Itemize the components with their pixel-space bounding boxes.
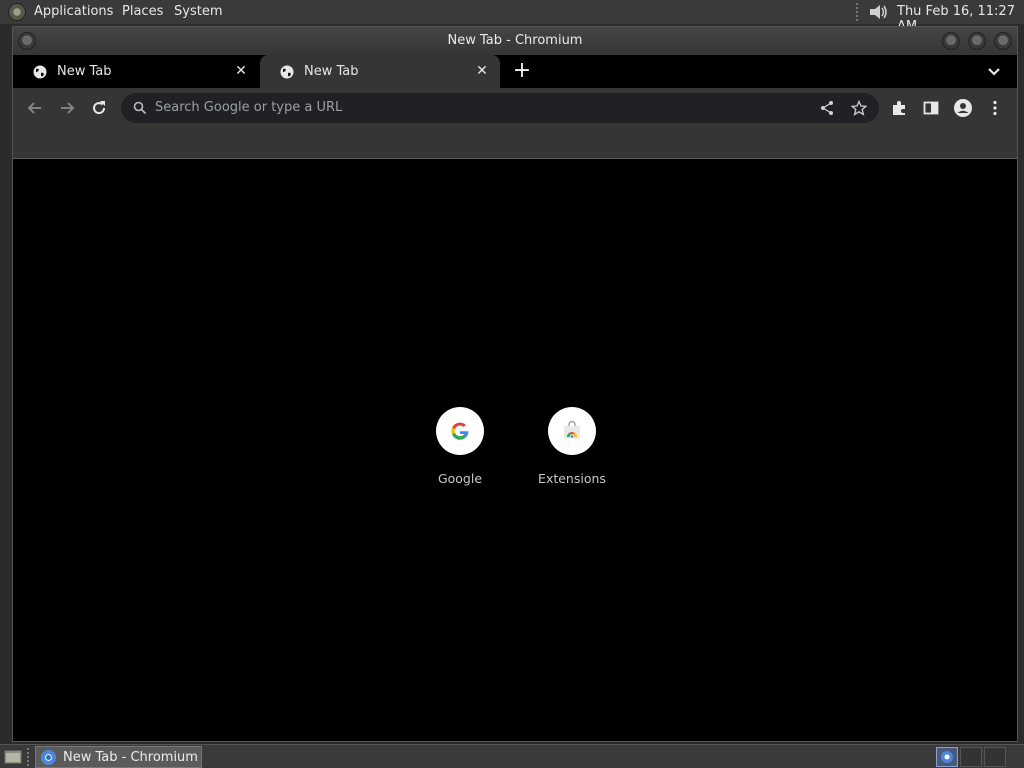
side-panel-icon[interactable] [921, 98, 941, 118]
window-titlebar[interactable]: New Tab - Chromium [13, 27, 1017, 55]
tab-title: New Tab [57, 64, 112, 79]
close-window-button[interactable] [994, 32, 1012, 50]
places-menu[interactable]: Places [122, 4, 163, 19]
tab-search-chevron-icon[interactable] [985, 63, 1003, 81]
bookmark-star-icon[interactable] [851, 100, 867, 116]
panel-separator [856, 3, 860, 21]
globe-icon [280, 65, 294, 79]
profile-avatar-icon[interactable] [953, 98, 973, 118]
chromium-icon [941, 751, 953, 763]
chromium-icon [40, 749, 57, 766]
reload-icon[interactable] [89, 98, 109, 118]
system-menu[interactable]: System [174, 4, 222, 19]
shortcut-extensions[interactable]: Extensions [516, 407, 628, 497]
shortcut-icon-circle [436, 407, 484, 455]
new-tab-page: Google Extensions [13, 159, 1017, 741]
google-icon [451, 422, 469, 440]
browser-window: New Tab - Chromium New Tab ✕ New Tab ✕ + [12, 26, 1018, 742]
chrome-web-store-icon [564, 421, 580, 439]
bookmarks-bar [13, 128, 1017, 159]
share-icon[interactable] [819, 100, 835, 116]
toolbar: Search Google or type a URL [13, 88, 1017, 128]
shortcut-label: Extensions [538, 471, 606, 486]
extensions-puzzle-icon[interactable] [889, 98, 909, 118]
bottom-taskbar: New Tab - Chromium [0, 744, 1024, 768]
applications-menu[interactable]: Applications [34, 4, 113, 19]
search-icon [133, 101, 147, 115]
forward-arrow-icon[interactable] [57, 98, 77, 118]
omnibox[interactable]: Search Google or type a URL [121, 93, 879, 123]
tab-new-tab-2[interactable]: New Tab ✕ [260, 55, 500, 88]
back-arrow-icon[interactable] [25, 98, 45, 118]
window-title: New Tab - Chromium [447, 33, 583, 48]
workspace-1[interactable] [936, 747, 958, 767]
tab-new-tab-1[interactable]: New Tab ✕ [13, 55, 259, 88]
close-tab-icon[interactable]: ✕ [474, 63, 490, 79]
minimize-button[interactable] [942, 32, 960, 50]
volume-icon[interactable] [867, 3, 889, 21]
show-desktop-icon[interactable] [3, 748, 23, 766]
kebab-menu-icon[interactable] [985, 98, 1005, 118]
taskbar-window-label: New Tab - Chromium [63, 750, 198, 765]
workspace-2[interactable] [960, 747, 982, 767]
tab-title: New Tab [304, 64, 359, 79]
top-panel: Applications Places System Thu Feb 16, 1… [0, 0, 1024, 34]
distro-logo-icon[interactable] [8, 3, 26, 21]
shortcut-label: Google [437, 471, 483, 486]
new-tab-button[interactable]: + [511, 60, 533, 83]
close-tab-icon[interactable]: ✕ [233, 63, 249, 79]
taskbar-window-button[interactable]: New Tab - Chromium [35, 746, 202, 768]
tab-strip: New Tab ✕ New Tab ✕ + [13, 55, 1017, 88]
shortcut-icon-circle [548, 407, 596, 455]
shortcut-google[interactable]: Google [404, 407, 516, 497]
workspace-3[interactable] [984, 747, 1006, 767]
maximize-button[interactable] [968, 32, 986, 50]
globe-icon [33, 65, 47, 79]
panel-grip [27, 748, 31, 766]
omnibox-placeholder: Search Google or type a URL [155, 100, 343, 115]
